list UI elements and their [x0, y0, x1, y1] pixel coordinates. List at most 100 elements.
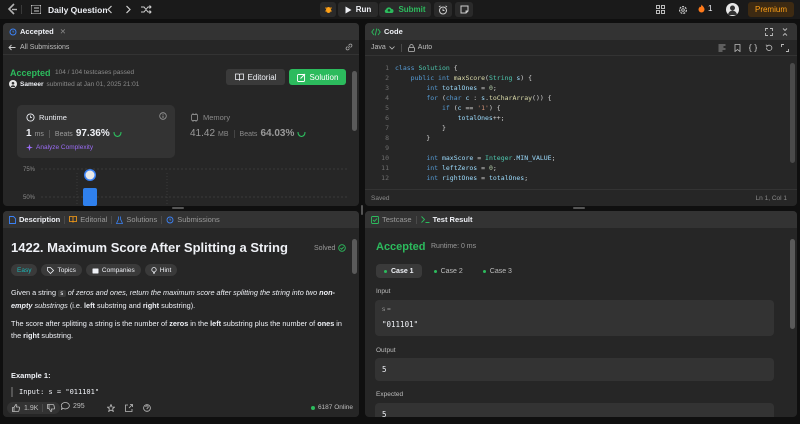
divider — [48, 129, 50, 138]
auto-mode-toggle[interactable]: Auto — [407, 43, 433, 52]
link-icon[interactable] — [345, 43, 353, 51]
problem-title[interactable]: 1422. Maximum Score After Splitting a St… — [11, 240, 288, 255]
resize-handle[interactable] — [361, 205, 363, 215]
runtime-card[interactable]: Runtime 1 ms Beats 97.36% Analyze Comple… — [17, 105, 175, 158]
play-icon — [345, 6, 352, 14]
chevron-left-icon[interactable] — [106, 5, 114, 14]
timer-button[interactable] — [434, 2, 452, 17]
thumbs-down-icon[interactable] — [47, 404, 56, 412]
run-button[interactable]: Run — [338, 2, 378, 17]
code-line: } — [395, 134, 431, 142]
case-tab-2[interactable]: Case 2 — [426, 264, 471, 278]
tab-submissions[interactable]: Submissions — [162, 211, 224, 228]
example-title: Example 1: — [11, 371, 51, 380]
chart-bar[interactable] — [83, 188, 97, 206]
resize-handle[interactable] — [172, 207, 184, 209]
hint-tag[interactable]: Hint — [144, 264, 178, 276]
problem-tags: Easy Topics Companies Hint — [11, 264, 178, 276]
debug-button[interactable] — [320, 2, 336, 17]
line-number: 2 — [385, 74, 389, 82]
username[interactable]: Sameer — [20, 81, 44, 88]
grid-layout-icon[interactable] — [656, 5, 665, 14]
user-avatar[interactable] — [726, 3, 739, 16]
problem-list-icon[interactable] — [31, 5, 41, 14]
maximize-icon[interactable] — [765, 28, 773, 36]
memory-chip-icon — [190, 113, 199, 122]
note-icon — [460, 5, 469, 14]
online-count: 6187 Online — [310, 404, 353, 411]
tab-submissions-label: Submissions — [177, 215, 220, 224]
tab-test-result[interactable]: Test Result — [417, 211, 477, 228]
braces-icon[interactable] — [749, 44, 757, 52]
expected-value: 5 — [382, 410, 387, 417]
run-label: Run — [355, 5, 372, 14]
tab-editorial-label: Editorial — [80, 215, 108, 224]
notes-button[interactable] — [455, 2, 473, 17]
tab-testcase-label: Testcase — [382, 215, 412, 224]
testcases-passed: 104 / 104 testcases passed — [55, 69, 135, 76]
building-icon — [92, 267, 99, 274]
top-navigation-bar: Daily Question Run Submit 1 Premium — [0, 0, 800, 19]
case-tab-1[interactable]: Case 1 — [376, 264, 422, 278]
input-box: s = "011101" — [375, 300, 774, 336]
code-editor[interactable]: 1 class Solution { 2 public int maxScore… — [365, 60, 797, 200]
tab-description[interactable]: Description — [3, 211, 64, 228]
case-label: Case 2 — [440, 267, 463, 275]
expected-box: 5 — [375, 403, 774, 417]
format-icon[interactable] — [718, 44, 726, 52]
tab-accepted[interactable]: Accepted ✕ — [3, 23, 70, 40]
collapse-icon[interactable] — [781, 28, 789, 36]
thumbs-up-icon[interactable] — [12, 404, 20, 412]
tab-accepted-label: Accepted — [20, 27, 54, 36]
tab-testcase[interactable]: Testcase — [365, 211, 416, 228]
premium-button[interactable]: Premium — [748, 2, 794, 17]
tab-code[interactable]: Code — [365, 23, 407, 40]
like-count: 1.9K — [24, 404, 39, 412]
problem-list-title[interactable]: Daily Question — [48, 5, 108, 15]
solution-button[interactable]: Solution — [289, 69, 346, 85]
editorial-label: Editorial — [247, 72, 277, 82]
editorial-button[interactable]: Editorial — [226, 69, 285, 85]
memory-title[interactable]: Memory — [190, 113, 230, 122]
help-icon[interactable] — [143, 404, 151, 412]
shuffle-icon[interactable] — [141, 5, 152, 14]
bug-icon — [324, 5, 333, 14]
language-select[interactable]: Java — [365, 44, 395, 51]
close-icon[interactable]: ✕ — [60, 27, 66, 36]
bookmark-icon[interactable] — [734, 44, 741, 52]
resize-handle[interactable] — [573, 207, 585, 209]
tab-solutions[interactable]: Solutions — [112, 211, 161, 228]
scrollbar[interactable] — [352, 71, 357, 131]
runtime-distribution-chart: 75% 50% — [23, 167, 347, 206]
topics-tag[interactable]: Topics — [41, 264, 82, 276]
scrollbar[interactable] — [790, 239, 795, 329]
info-icon[interactable] — [159, 112, 167, 120]
case-tab-3[interactable]: Case 3 — [475, 264, 520, 278]
panel-header: Accepted ✕ — [3, 23, 359, 40]
book-icon — [69, 216, 78, 223]
difficulty-badge[interactable]: Easy — [11, 264, 38, 276]
reset-icon[interactable] — [765, 44, 773, 52]
submission-result-panel: Accepted ✕ All Submissions Accepted 104 … — [3, 23, 359, 206]
comments-button[interactable]: 295 — [61, 402, 85, 410]
runtime-beats-label: Beats — [54, 131, 73, 138]
analyze-complexity-link[interactable]: Analyze Complexity — [26, 144, 93, 151]
submit-button[interactable]: Submit — [379, 2, 431, 17]
share-icon[interactable] — [125, 404, 133, 412]
memory-beats-percent: 64.03% — [260, 128, 295, 139]
expand-icon[interactable] — [781, 44, 789, 52]
check-circle-icon — [338, 244, 347, 252]
star-icon[interactable] — [107, 404, 115, 412]
chevron-right-icon[interactable] — [124, 5, 132, 14]
scrollbar[interactable] — [790, 63, 795, 163]
tab-editorial[interactable]: Editorial — [65, 211, 111, 228]
leetcode-logo-icon[interactable] — [6, 3, 18, 16]
companies-tag[interactable]: Companies — [85, 264, 141, 276]
gear-icon[interactable] — [678, 5, 688, 15]
streak-counter[interactable]: 1 — [698, 4, 712, 13]
scrollbar[interactable] — [352, 239, 357, 274]
back-to-submissions-link[interactable]: All Submissions — [3, 44, 69, 51]
editor-status-bar: Saved Ln 1, Col 1 — [365, 189, 797, 206]
problem-description-panel: Description Editorial Solutions Submissi… — [3, 211, 359, 417]
auto-label: Auto — [417, 44, 433, 51]
